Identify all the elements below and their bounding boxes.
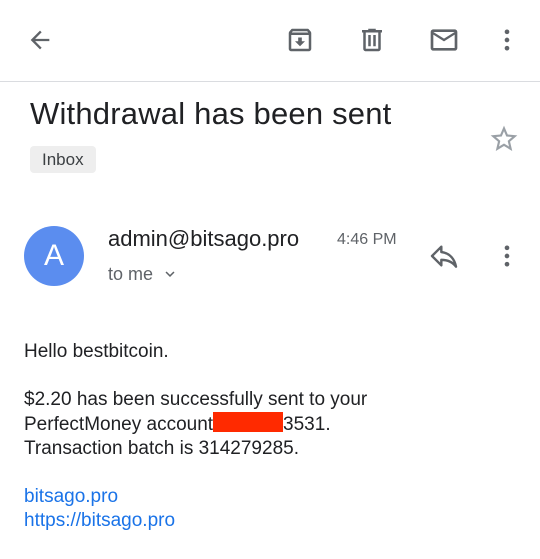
delete-button[interactable] bbox=[350, 18, 394, 62]
trash-icon bbox=[362, 28, 382, 52]
chevron-down-icon bbox=[161, 265, 179, 283]
reply-button[interactable] bbox=[422, 234, 466, 278]
reply-icon bbox=[430, 245, 458, 268]
mail-icon bbox=[430, 29, 458, 51]
recipient-label: to me bbox=[108, 263, 154, 284]
mark-unread-button[interactable] bbox=[422, 18, 466, 62]
arrow-back-icon bbox=[30, 30, 50, 50]
link-bitsago-https[interactable]: https://bitsago.pro bbox=[24, 509, 524, 533]
body-line-2: PerfectMoney account 3531. bbox=[24, 412, 524, 437]
link-bitsago[interactable]: bitsago.pro bbox=[24, 485, 524, 509]
redaction-mark bbox=[213, 412, 284, 432]
body-line-2-prefix: PerfectMoney account bbox=[24, 414, 214, 435]
body-line-2-suffix: 3531. bbox=[283, 414, 331, 435]
email-time: 4:46 PM bbox=[337, 231, 397, 248]
archive-icon bbox=[288, 28, 312, 52]
more-options-button[interactable] bbox=[485, 18, 529, 62]
star-button[interactable] bbox=[486, 121, 522, 157]
body-greeting: Hello bestbitcoin. bbox=[24, 341, 169, 362]
body-line-1: $2.20 has been successfully sent to your bbox=[24, 389, 368, 410]
email-body: Hello bestbitcoin. $2.20 has been succes… bbox=[24, 340, 524, 533]
inbox-label-chip[interactable]: Inbox bbox=[30, 146, 96, 173]
message-more-button[interactable] bbox=[485, 234, 529, 278]
body-line-3: Transaction batch is 314279285. bbox=[24, 438, 299, 459]
top-toolbar bbox=[0, 0, 540, 82]
sender-address: admin@bitsago.pro bbox=[108, 226, 300, 251]
email-subject: Withdrawal has been sent bbox=[30, 96, 392, 131]
sender-avatar[interactable]: A bbox=[24, 226, 84, 286]
more-vert-icon bbox=[504, 245, 510, 267]
archive-button[interactable] bbox=[278, 18, 322, 62]
recipient-toggle[interactable]: to me bbox=[108, 262, 179, 286]
back-button[interactable] bbox=[18, 18, 62, 62]
more-vert-icon bbox=[504, 29, 510, 51]
star-outline-icon bbox=[490, 125, 518, 151]
